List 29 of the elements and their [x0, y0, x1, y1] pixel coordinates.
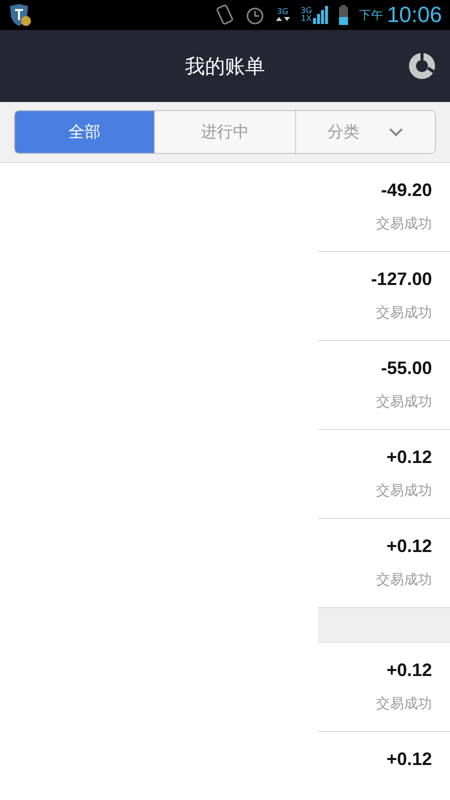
transaction-status: 交易成功	[376, 304, 432, 322]
alarm-clock-icon	[244, 5, 265, 25]
network-type-label: 3G	[300, 7, 312, 15]
amount: +0.12	[386, 536, 432, 557]
amount: -55.00	[380, 358, 432, 379]
phone-vibrate-icon	[214, 4, 235, 26]
transaction-status: 交易成功	[376, 695, 432, 713]
data-arrows-icon	[274, 16, 291, 22]
transaction-status: 交易成功	[376, 393, 432, 411]
chart-ring-icon[interactable]	[408, 52, 436, 80]
signal-icon	[312, 6, 328, 24]
amount: +0.12	[386, 447, 432, 468]
network-type-label: 3G	[276, 8, 288, 16]
clock-time: 10:06	[386, 2, 442, 28]
transaction-status: 交易成功	[376, 571, 432, 589]
filter-tab[interactable]: 全部	[15, 111, 154, 153]
shield-app-icon	[8, 3, 32, 27]
category-dropdown[interactable]: 分类	[294, 111, 435, 153]
amount: +0.12	[386, 749, 432, 770]
amount: -127.00	[370, 269, 432, 290]
time-period: 下午	[358, 6, 383, 24]
transaction-status: 交易成功	[376, 482, 432, 500]
battery-icon	[338, 5, 349, 25]
amount: +0.12	[386, 660, 432, 681]
amount: -49.20	[380, 180, 432, 201]
page-title: 我的账单	[185, 52, 265, 80]
network-type-label: 1X	[301, 15, 312, 23]
chevron-down-icon	[389, 128, 404, 136]
transaction-status: 交易成功	[376, 215, 432, 233]
